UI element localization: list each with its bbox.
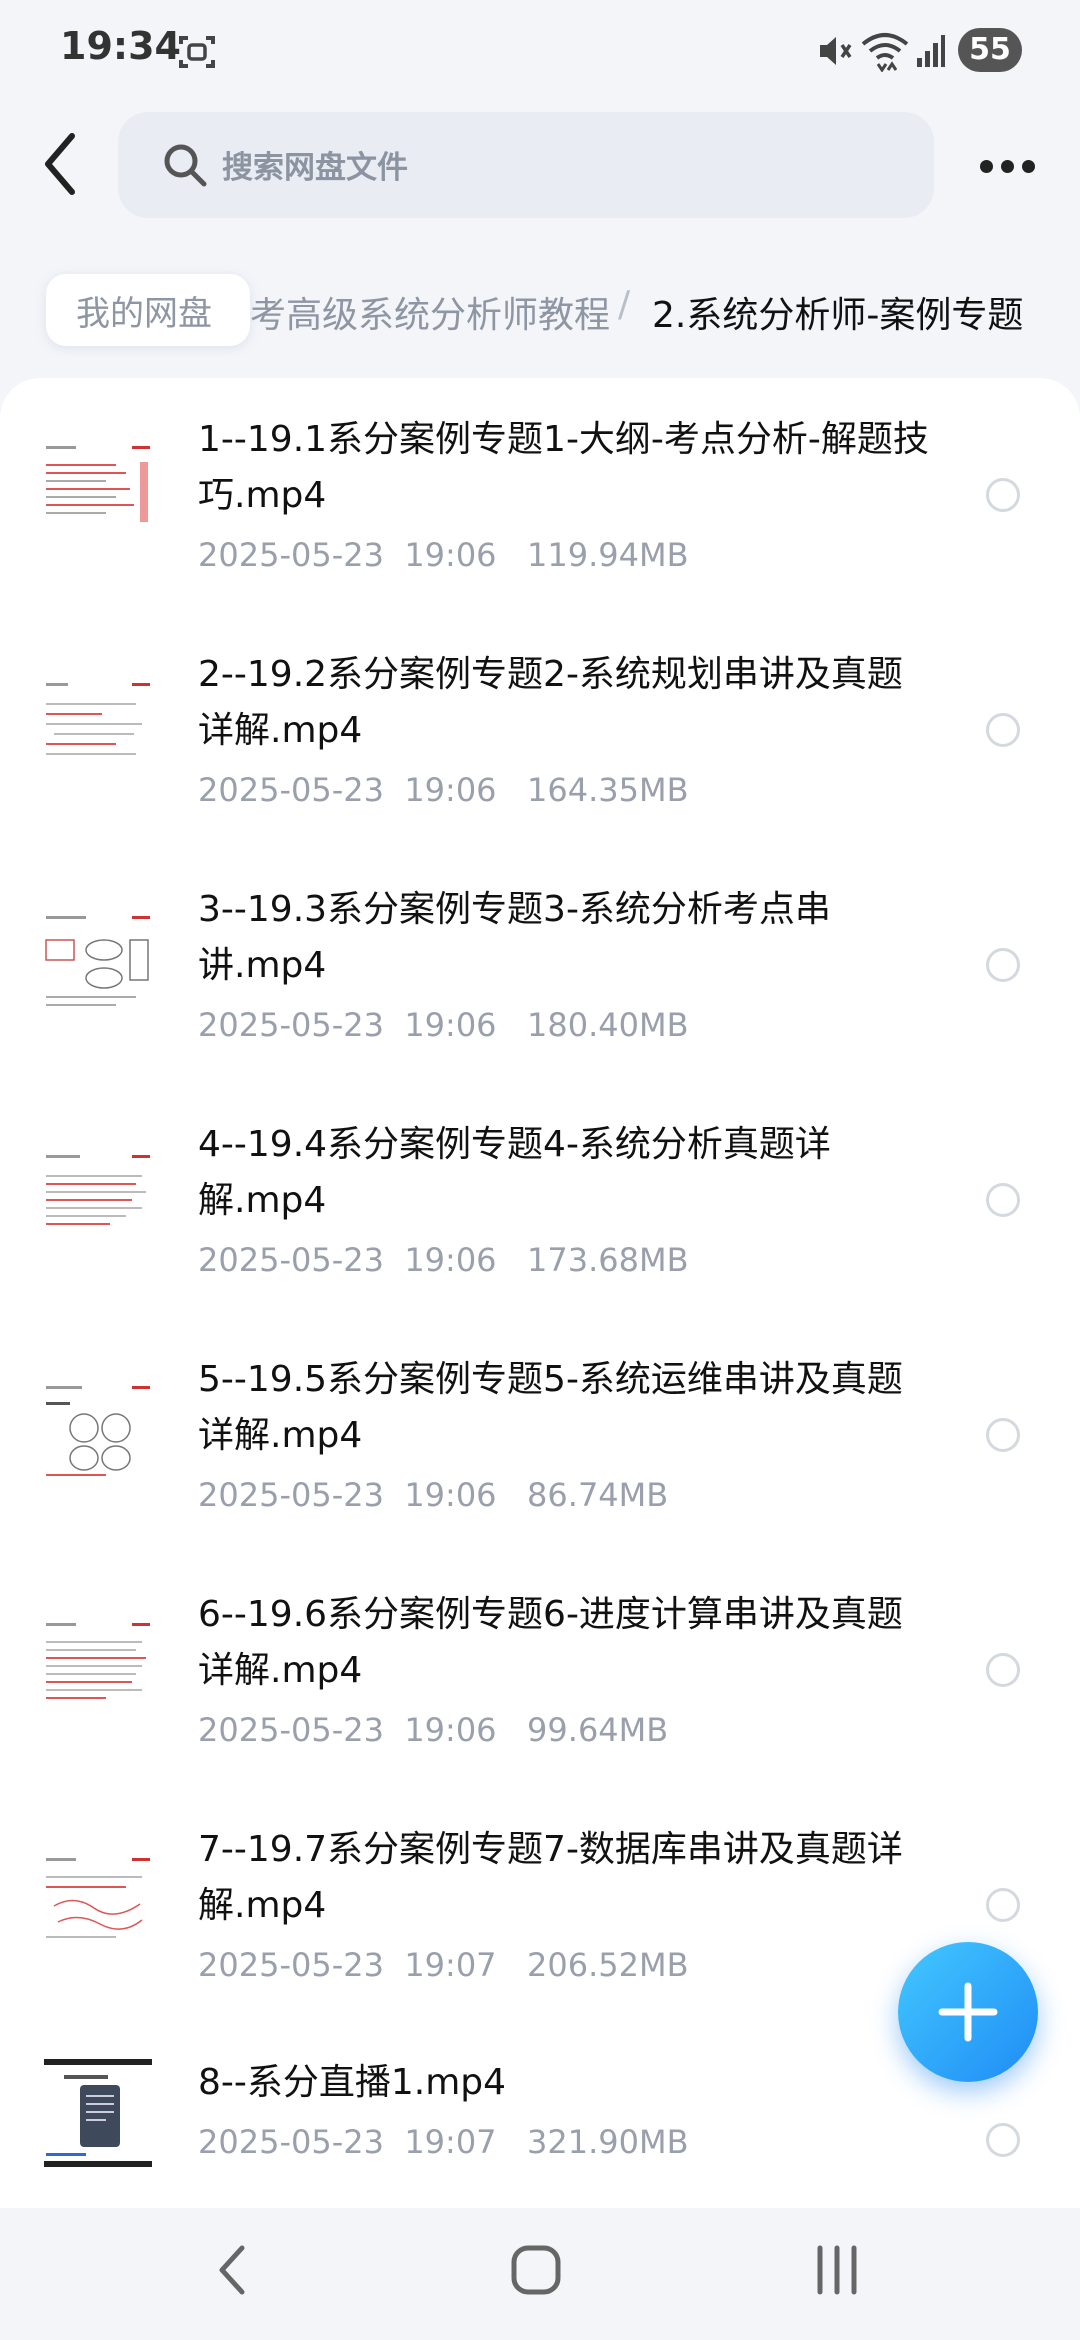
nav-recents-icon[interactable]	[812, 2242, 862, 2298]
file-meta: 2025-05-23 19:06 119.94MB	[198, 536, 689, 574]
system-nav-bar	[0, 2208, 1080, 2340]
search-input[interactable]: 搜索网盘文件	[118, 112, 934, 218]
file-name: 1--19.1系分案例专题1-大纲-考点分析-解题技巧.mp4	[198, 419, 929, 516]
file-row[interactable]: 2--19.2系分案例专题2-系统规划串讲及真题详解.mp4 2025-05-2…	[0, 631, 1080, 851]
signal-icon	[917, 35, 945, 67]
video-thumbnail	[44, 906, 152, 1014]
add-button[interactable]	[898, 1942, 1038, 2082]
file-meta: 2025-05-23 19:06 86.74MB	[198, 1476, 669, 1514]
select-radio[interactable]	[986, 1183, 1020, 1217]
file-name: 8--系分直播1.mp4	[198, 2062, 507, 2103]
file-name: 2--19.2系分案例专题2-系统规划串讲及真题详解.mp4	[198, 654, 903, 751]
wifi-icon	[861, 33, 909, 72]
file-row[interactable]: 4--19.4系分案例专题4-系统分析真题详解.mp4 2025-05-23 1…	[0, 1101, 1080, 1321]
file-name: 3--19.3系分案例专题3-系统分析考点串讲.mp4	[198, 889, 831, 986]
file-meta: 2025-05-23 19:07 321.90MB	[198, 2123, 689, 2161]
video-thumbnail	[44, 671, 152, 779]
file-name: 5--19.5系分案例专题5-系统运维串讲及真题详解.mp4	[198, 1359, 903, 1456]
file-row[interactable]: 5--19.5系分案例专题5-系统运维串讲及真题详解.mp4 2025-05-2…	[0, 1336, 1080, 1556]
more-options-button[interactable]	[972, 140, 1042, 190]
select-radio[interactable]	[986, 1418, 1020, 1452]
screen: 19:34 55 搜索网盘文件 我的网盘 考高级系统分析师教程 / 2.系统分析…	[0, 0, 1080, 2340]
video-thumbnail	[44, 1376, 152, 1484]
screenshot-icon	[179, 36, 215, 68]
select-radio[interactable]	[986, 2123, 1020, 2157]
file-name: 7--19.7系分案例专题7-数据库串讲及真题详解.mp4	[198, 1829, 903, 1926]
select-radio[interactable]	[986, 478, 1020, 512]
video-thumbnail	[44, 436, 152, 544]
back-button[interactable]	[36, 128, 92, 200]
battery-indicator: 55	[958, 28, 1022, 72]
nav-back-icon[interactable]	[210, 2240, 254, 2300]
file-meta: 2025-05-23 19:06 173.68MB	[198, 1241, 689, 1279]
file-row[interactable]: 1--19.1系分案例专题1-大纲-考点分析-解题技巧.mp4 2025-05-…	[0, 396, 1080, 616]
video-thumbnail	[44, 1611, 152, 1719]
file-meta: 2025-05-23 19:07 206.52MB	[198, 1946, 689, 1984]
video-thumbnail	[44, 2059, 152, 2167]
breadcrumb-separator: /	[618, 284, 631, 325]
select-radio[interactable]	[986, 713, 1020, 747]
back-icon	[45, 133, 75, 195]
file-row[interactable]: 6--19.6系分案例专题6-进度计算串讲及真题详解.mp4 2025-05-2…	[0, 1571, 1080, 1791]
video-thumbnail	[44, 1846, 152, 1954]
nav-home-icon[interactable]	[510, 2242, 562, 2298]
more-icon	[980, 160, 993, 173]
search-placeholder: 搜索网盘文件	[222, 150, 408, 186]
breadcrumb-parent[interactable]: 考高级系统分析师教程	[250, 286, 610, 338]
video-thumbnail	[44, 1141, 152, 1249]
breadcrumb-root[interactable]: 我的网盘	[46, 274, 250, 346]
search-icon	[164, 144, 207, 187]
file-name: 6--19.6系分案例专题6-进度计算串讲及真题详解.mp4	[198, 1594, 903, 1691]
mute-icon	[820, 37, 852, 65]
file-name: 4--19.4系分案例专题4-系统分析真题详解.mp4	[198, 1124, 831, 1221]
select-radio[interactable]	[986, 1888, 1020, 1922]
plus-icon	[938, 1982, 998, 2042]
file-meta: 2025-05-23 19:06 180.40MB	[198, 1006, 689, 1044]
select-radio[interactable]	[986, 1653, 1020, 1687]
select-radio[interactable]	[986, 948, 1020, 982]
file-row[interactable]: 3--19.3系分案例专题3-系统分析考点串讲.mp4 2025-05-23 1…	[0, 866, 1080, 1086]
file-meta: 2025-05-23 19:06 99.64MB	[198, 1711, 669, 1749]
breadcrumb-current: 2.系统分析师-案例专题	[652, 295, 1024, 336]
breadcrumb: 我的网盘 考高级系统分析师教程 / 2.系统分析师-案例专题	[0, 258, 1080, 358]
file-meta: 2025-05-23 19:06 164.35MB	[198, 771, 689, 809]
status-time: 19:34	[60, 24, 181, 68]
status-bar: 19:34 55	[0, 0, 1080, 100]
file-list: 1--19.1系分案例专题1-大纲-考点分析-解题技巧.mp4 2025-05-…	[0, 378, 1080, 2208]
